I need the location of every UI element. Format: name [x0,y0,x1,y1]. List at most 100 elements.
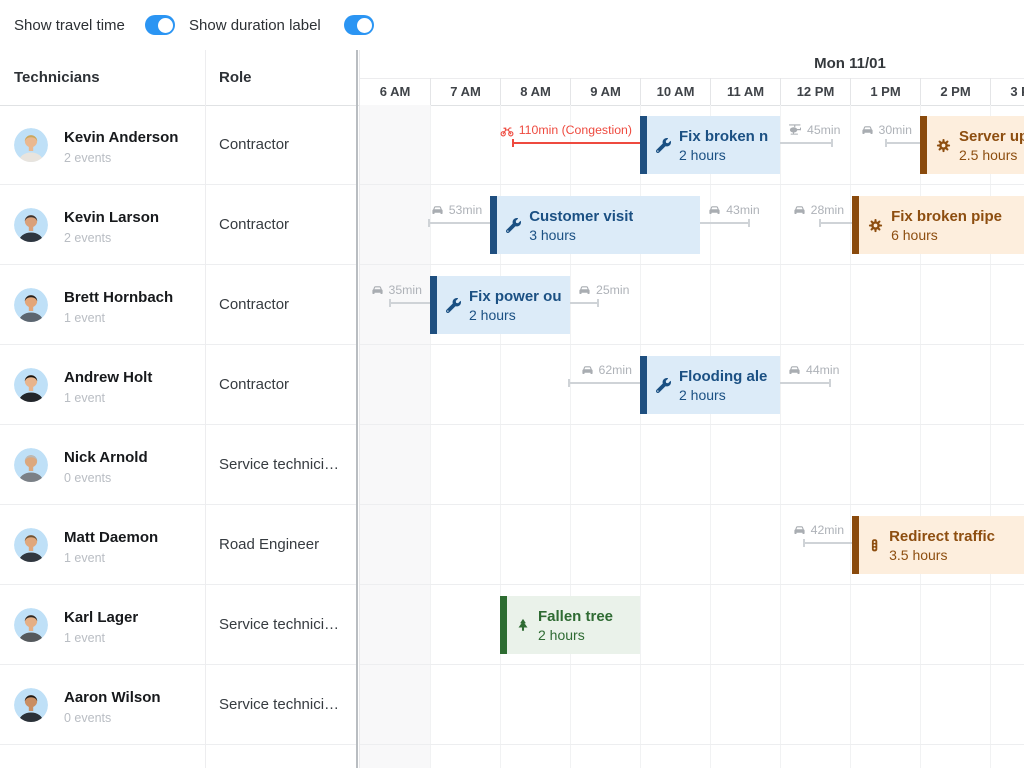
event-count: 2 events [64,231,111,245]
travel-minutes-text: 30min [879,123,913,137]
event-text: Redirect traffic3.5 hours [889,527,995,564]
car-icon [861,124,874,137]
avatar [14,688,48,722]
technician-row[interactable]: Brett Hornbach1 eventContractor [0,265,356,345]
avatar [14,448,48,482]
timeline-body: 110min (Congestion)45minFix broken n2 ho… [360,105,1024,768]
travel-time-line [428,222,490,224]
event-duration-label: 3 hours [529,226,633,244]
event-bar[interactable]: Customer visit3 hours [490,196,700,254]
technician-row[interactable]: Aaron Wilson0 eventsService technici… [0,665,356,745]
divider [205,50,206,768]
technician-row[interactable]: Karl Lager1 eventService technici… [0,585,356,665]
hour-label: 7 AM [430,78,500,105]
event-title: Redirect traffic [889,527,995,546]
hour-label: 1 PM [850,78,920,105]
timeline-rows: 110min (Congestion)45minFix broken n2 ho… [360,105,1024,745]
event-title: Server up [959,127,1024,146]
hour-label: 9 AM [570,78,640,105]
hour-label: 8 AM [500,78,570,105]
travel-time-label: 43min [708,201,760,219]
event-bar[interactable]: Fix broken n2 hours [640,116,780,174]
show-travel-time-label: Show travel time [14,0,125,50]
show-travel-time-toggle[interactable] [145,15,175,35]
show-duration-label-toggle[interactable] [344,15,374,35]
avatar [14,208,48,242]
travel-time-line [803,542,852,544]
avatar [14,368,48,402]
event-bar[interactable]: Fix power ou2 hours [430,276,570,334]
traffic-light-icon [868,538,881,553]
event-duration-label: 2 hours [469,306,562,324]
travel-time-tick [831,139,833,147]
technician-row[interactable]: Andrew Holt1 eventContractor [0,345,356,425]
show-duration-label-label: Show duration label [189,0,321,50]
panel-splitter[interactable] [356,50,358,768]
event-count: 2 events [64,151,111,165]
travel-minutes-text: 62min [599,363,633,377]
hour-label: 6 AM [360,78,430,105]
column-header-technicians[interactable]: Technicians [14,50,100,105]
divider [359,50,360,768]
travel-time-tick [819,219,821,227]
travel-time-label: 35min [371,281,423,299]
travel-time-line [780,142,833,144]
travel-time-label: 28min [793,201,845,219]
schedule-row: 35min 25min Fix power ou2 hours [360,265,1024,345]
event-duration-label: 2 hours [538,626,613,644]
travel-time-tick [389,299,391,307]
travel-time-label: 53min [431,201,483,219]
technician-row[interactable]: Kevin Larson2 eventsContractor [0,185,356,265]
event-bar[interactable]: Fix broken pipe6 hours [852,196,1024,254]
car-icon [793,524,806,537]
technician-name: Nick Arnold [64,449,148,466]
event-text: Server up2.5 hours [959,127,1024,164]
travel-minutes-text: 44min [806,363,840,377]
role-cell: Service technici… [205,425,356,504]
role-cell: Service technici… [205,585,356,664]
travel-time-label: 42min [793,521,845,539]
travel-time-label: 25min [578,281,630,299]
travel-time-tick [829,379,831,387]
technician-list: Kevin Anderson2 eventsContractor Kevin L… [0,105,356,768]
car-icon [708,204,721,217]
technician-row[interactable]: Nick Arnold0 eventsService technici… [0,425,356,505]
travel-time-label: 110min (Congestion) [500,121,632,139]
event-text: Fix broken pipe6 hours [891,207,1002,244]
wrench-icon [506,218,521,233]
event-duration-label: 2 hours [679,386,767,404]
event-count: 1 event [64,391,105,405]
event-bar[interactable]: Server up2.5 hours [920,116,1024,174]
event-bar[interactable]: Fallen tree2 hours [500,596,640,654]
gear-icon [936,138,951,153]
avatar [14,608,48,642]
wrench-icon [656,378,671,393]
travel-time-tick [428,219,430,227]
technician-row[interactable]: Matt Daemon1 eventRoad Engineer [0,505,356,585]
technician-row[interactable]: Kevin Anderson2 eventsContractor [0,105,356,185]
event-title: Fix power ou [469,287,562,306]
travel-time-line [570,302,599,304]
schedule-row: 42min Redirect traffic3.5 hours [360,505,1024,585]
event-bar[interactable]: Flooding ale2 hours [640,356,780,414]
car-icon [578,284,591,297]
event-title: Customer visit [529,207,633,226]
event-duration-label: 2 hours [679,146,768,164]
event-duration-label: 6 hours [891,226,1002,244]
event-count: 1 event [64,631,105,645]
role-cell: Contractor [205,105,356,184]
event-text: Flooding ale2 hours [679,367,767,404]
schedule-row: 53min 43min Customer visit3 hours 28min Fix … [360,185,1024,265]
column-header-role[interactable]: Role [219,50,252,105]
event-duration-label: 3.5 hours [889,546,995,564]
technician-name: Kevin Larson [64,209,159,226]
event-text: Fix broken n2 hours [679,127,768,164]
travel-time-line [512,142,640,144]
car-icon [581,364,594,377]
role-cell: Road Engineer [205,505,356,584]
event-bar[interactable]: Redirect traffic3.5 hours [852,516,1024,574]
travel-time-tick [512,139,514,147]
travel-minutes-text: 28min [811,203,845,217]
event-text: Fix power ou2 hours [469,287,562,324]
car-icon [788,364,801,377]
